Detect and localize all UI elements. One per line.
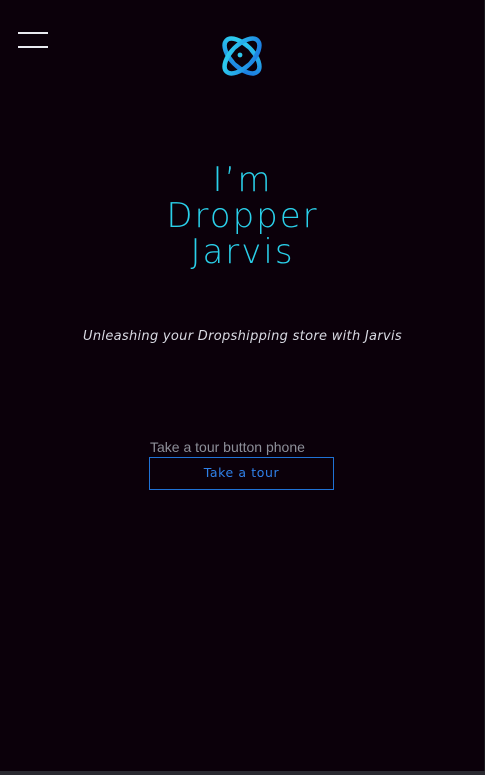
bottom-scrollbar xyxy=(0,771,485,775)
tour-button-caption: Take a tour button phone xyxy=(150,439,305,455)
menu-line-top xyxy=(18,32,48,34)
landing-page: I’m Dropper Jarvis Unleashing your Drops… xyxy=(0,0,485,775)
atom-orbit-logo-icon[interactable] xyxy=(216,30,268,82)
take-a-tour-button[interactable]: Take a tour xyxy=(149,457,334,490)
hero-title: I’m Dropper Jarvis xyxy=(0,162,485,270)
hamburger-menu-button[interactable] xyxy=(18,30,48,50)
hero-title-line-1: I’m xyxy=(212,160,273,200)
hero-title-line-3: Jarvis xyxy=(190,232,295,272)
menu-line-bottom xyxy=(18,46,48,48)
hero-title-line-2: Dropper xyxy=(166,196,319,236)
hero-tagline: Unleashing your Dropshipping store with … xyxy=(83,329,402,344)
